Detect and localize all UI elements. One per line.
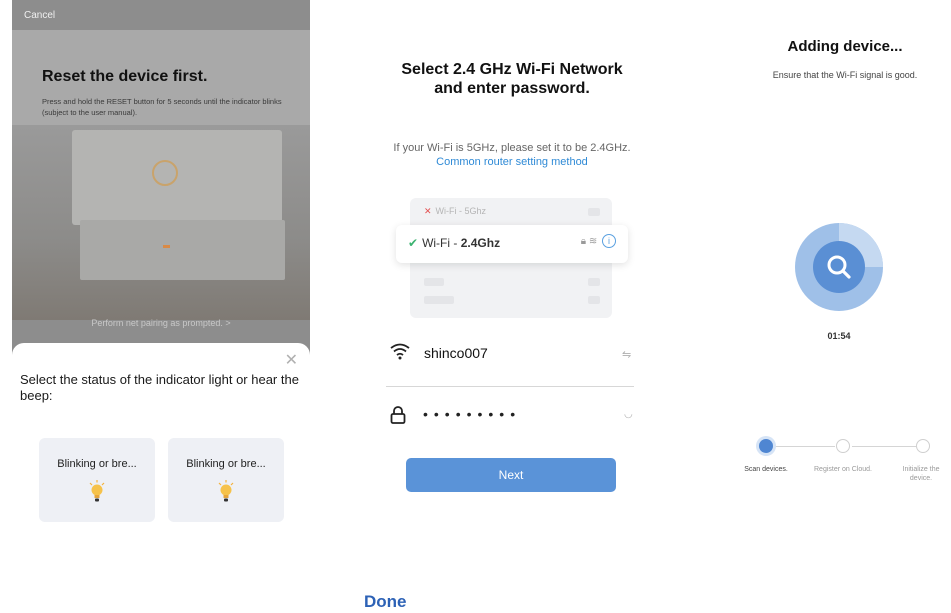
wifi-icon [390, 343, 410, 360]
lock-icon [390, 406, 406, 424]
device-lower-body [80, 220, 285, 280]
wifi-signal-note: Ensure that the Wi-Fi signal is good. [772, 70, 918, 80]
step-label-register: Register on Cloud. [814, 466, 872, 473]
option-card-2[interactable]: Blinking or bre... [168, 438, 284, 522]
device-button-ring [152, 160, 178, 186]
close-icon[interactable]: ✕ [285, 350, 298, 370]
switch-network-icon[interactable]: ⇋ [622, 348, 631, 361]
wifi-24g-label: ✔ Wi-Fi - 2.4Ghz [408, 236, 500, 250]
check-icon: ✔ [408, 236, 419, 250]
option-card-1[interactable]: Blinking or bre... [39, 438, 155, 522]
router-setting-link[interactable]: Common router setting method [436, 156, 588, 168]
step-connector [775, 446, 835, 447]
divider [386, 386, 634, 387]
note-text: If your Wi-Fi is 5GHz, please set it to … [393, 142, 631, 154]
indicator-question: Select the status of the indicator light… [20, 372, 299, 403]
wifi-small-icon: ≋ [588, 236, 598, 247]
next-button[interactable]: Next [406, 458, 616, 492]
page-title: Select 2.4 GHz Wi-Fi Network and enter p… [401, 61, 623, 97]
cloud-step-icon [836, 439, 850, 453]
reset-device-panel: Cancel Reset the device first. Press and… [12, 0, 310, 530]
lock-small-icon: 🔒︎ [580, 236, 587, 247]
eye-closed-icon[interactable]: ◡ [624, 409, 633, 420]
init-step-icon [916, 439, 930, 453]
wifi-24g-row: ✔ Wi-Fi - 2.4Ghz 🔒︎ ≋ i [396, 225, 628, 263]
wifi-5g-label: Wi-Fi - 5Ghz [435, 206, 487, 216]
scanning-progress-ring [795, 223, 883, 311]
done-button[interactable]: Done [364, 592, 407, 612]
step-label-scan: Scan devices. [744, 466, 788, 473]
device-indicator-led [163, 245, 170, 248]
placeholder-bar [424, 278, 444, 286]
placeholder-bar [588, 296, 600, 304]
page-title: Reset the device first. [42, 68, 208, 85]
placeholder-bar [424, 296, 454, 304]
placeholder-bar [588, 208, 600, 216]
info-icon: i [602, 234, 616, 248]
wifi-5g-row: ✕ Wi-Fi - 5Ghz [424, 206, 486, 217]
option-label: Blinking or bre... [57, 458, 137, 470]
lightbulb-icon [218, 480, 234, 502]
cancel-button[interactable]: Cancel [24, 10, 55, 21]
wifi-band-note: If your Wi-Fi is 5GHz, please set it to … [388, 141, 636, 169]
scan-step-icon [759, 439, 773, 453]
lightbulb-icon [89, 480, 105, 502]
countdown-timer: 01:54 [827, 331, 851, 341]
wifi-24g-band: 2.4Ghz [460, 236, 501, 250]
step-connector [852, 446, 916, 447]
reset-instructions: Press and hold the RESET button for 5 se… [42, 97, 282, 117]
password-field[interactable]: ••••••••• [423, 406, 521, 422]
ssid-field[interactable]: shinco007 [424, 345, 488, 361]
page-title: Adding device... [787, 38, 903, 55]
placeholder-bar [588, 278, 600, 286]
wifi-24g-icons: 🔒︎ ≋ i [581, 234, 616, 248]
cross-icon: ✕ [424, 206, 432, 216]
pairing-hint-link[interactable]: Perform net pairing as prompted. > [12, 318, 310, 328]
wifi-24g-prefix: Wi-Fi - [422, 236, 461, 250]
option-label: Blinking or bre... [186, 458, 266, 470]
step-label-initialize: Initialize the device. [902, 466, 940, 482]
